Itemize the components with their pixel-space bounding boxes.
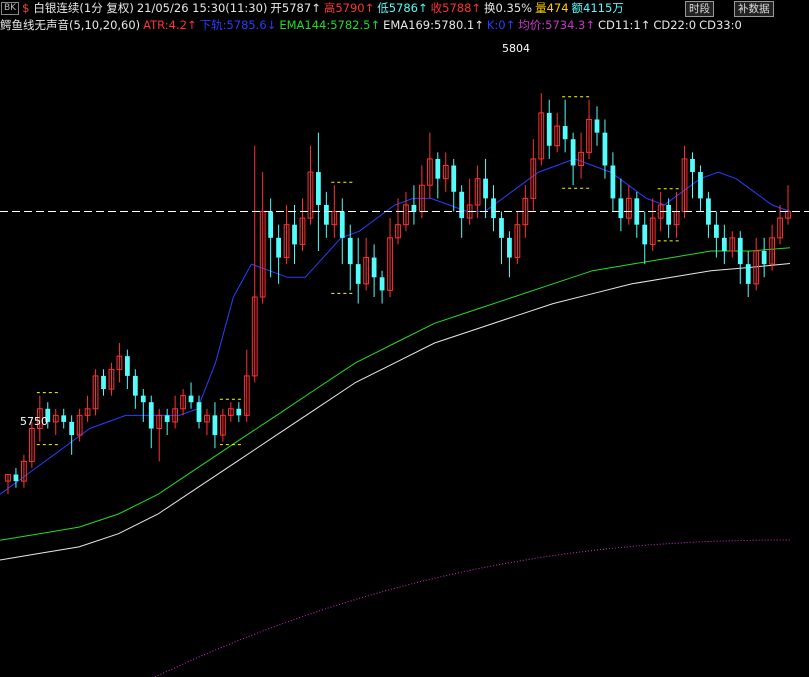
close-price: 收5788↑ bbox=[430, 1, 482, 15]
candle-body bbox=[355, 264, 361, 284]
candle-body bbox=[323, 204, 329, 225]
candle-body bbox=[610, 165, 616, 199]
candle-body bbox=[698, 172, 703, 199]
timeshare-button[interactable]: 时段 bbox=[685, 1, 714, 17]
ema144-value: EMA144:5782.5↑ bbox=[279, 18, 381, 32]
open-price: 开5787↑ bbox=[270, 1, 321, 15]
amount: 额4115万 bbox=[571, 1, 624, 15]
candle-body bbox=[666, 204, 672, 225]
candle-body bbox=[761, 250, 767, 265]
candle-body bbox=[371, 257, 377, 278]
candle-body bbox=[212, 415, 218, 436]
candle-body bbox=[132, 375, 138, 396]
turnover-rate: 换0.35% bbox=[484, 1, 533, 15]
currency-icon: $ bbox=[22, 1, 30, 15]
price-label-high: 5804 bbox=[502, 42, 530, 55]
candle-body bbox=[594, 119, 600, 133]
ema144-line bbox=[0, 247, 791, 541]
candle-body bbox=[379, 277, 385, 291]
candle-body bbox=[435, 158, 441, 179]
candle-body bbox=[642, 224, 648, 245]
ema169-line bbox=[0, 263, 791, 561]
avg-price-line bbox=[154, 539, 790, 677]
indicator-header: 鳄鱼线无声音(5,10,20,60) ATR:4.2↑ 下轨:5785.6↓ EMA1… bbox=[0, 17, 809, 34]
candle-body bbox=[236, 408, 242, 416]
candle-body bbox=[570, 139, 576, 166]
indicator-lines bbox=[0, 158, 791, 677]
ema169-value: EMA169:5780.1↑ bbox=[383, 18, 484, 32]
candle-body bbox=[618, 198, 624, 219]
supplement-data-button[interactable]: 补数据 bbox=[734, 1, 774, 17]
candle-body bbox=[499, 218, 504, 238]
candle-body bbox=[737, 237, 743, 265]
candle-body bbox=[316, 172, 321, 205]
candle-body bbox=[491, 198, 496, 219]
candle-body bbox=[459, 191, 465, 219]
candle-body bbox=[276, 237, 281, 258]
candle-body bbox=[507, 237, 512, 258]
candle-body bbox=[268, 211, 274, 238]
candle-body bbox=[148, 402, 154, 429]
candle-body bbox=[347, 237, 353, 265]
avg-price-value: 均价:5734.3↑ bbox=[518, 18, 595, 32]
candle-body bbox=[602, 132, 608, 166]
kline-chart[interactable]: 5750 5804 bbox=[0, 0, 809, 677]
candle-body bbox=[721, 237, 727, 251]
candle-body bbox=[292, 224, 297, 245]
indicator-name[interactable]: 鳄鱼线无声音(5,10,20,60) bbox=[0, 17, 140, 34]
datetime: 21/05/26 15:30(11:30) bbox=[136, 1, 268, 15]
lower-rail-value: 下轨:5785.6↓ bbox=[199, 18, 277, 32]
low-price: 低5786↑ bbox=[377, 1, 428, 15]
volume: 量474 bbox=[535, 1, 569, 15]
price-label-low: 5750 bbox=[20, 415, 48, 428]
candle-body bbox=[69, 421, 75, 436]
bk-badge[interactable]: BK bbox=[1, 2, 20, 15]
candle-body bbox=[451, 165, 457, 192]
candle-body bbox=[690, 158, 695, 173]
candle-body bbox=[745, 264, 751, 284]
symbol-name: 白银连续(1分 复权) bbox=[33, 1, 134, 15]
candle-body bbox=[61, 415, 67, 422]
k-value: K:0↑ bbox=[486, 18, 516, 32]
candle-body bbox=[411, 204, 417, 212]
candle-body bbox=[339, 211, 345, 238]
cd22-value: CD22:0 bbox=[653, 18, 697, 32]
cd11-value: CD11:1↑ bbox=[598, 18, 651, 32]
candle-body bbox=[483, 178, 488, 199]
candlesticks bbox=[5, 93, 791, 495]
candle-body bbox=[13, 474, 19, 482]
candle-body bbox=[546, 112, 552, 146]
candle-body bbox=[713, 224, 719, 238]
cd33-value: CD33:0 bbox=[699, 18, 742, 32]
lower-rail-line bbox=[0, 158, 791, 495]
candle-body bbox=[124, 356, 130, 376]
candle-body bbox=[562, 126, 568, 140]
candle-body bbox=[101, 375, 106, 390]
atr-value: ATR:4.2↑ bbox=[143, 18, 197, 32]
candle-body bbox=[188, 395, 194, 403]
high-price: 高5790↑ bbox=[323, 1, 375, 15]
candle-body bbox=[196, 402, 202, 422]
candle-body bbox=[164, 415, 170, 422]
candle-body bbox=[140, 395, 146, 403]
